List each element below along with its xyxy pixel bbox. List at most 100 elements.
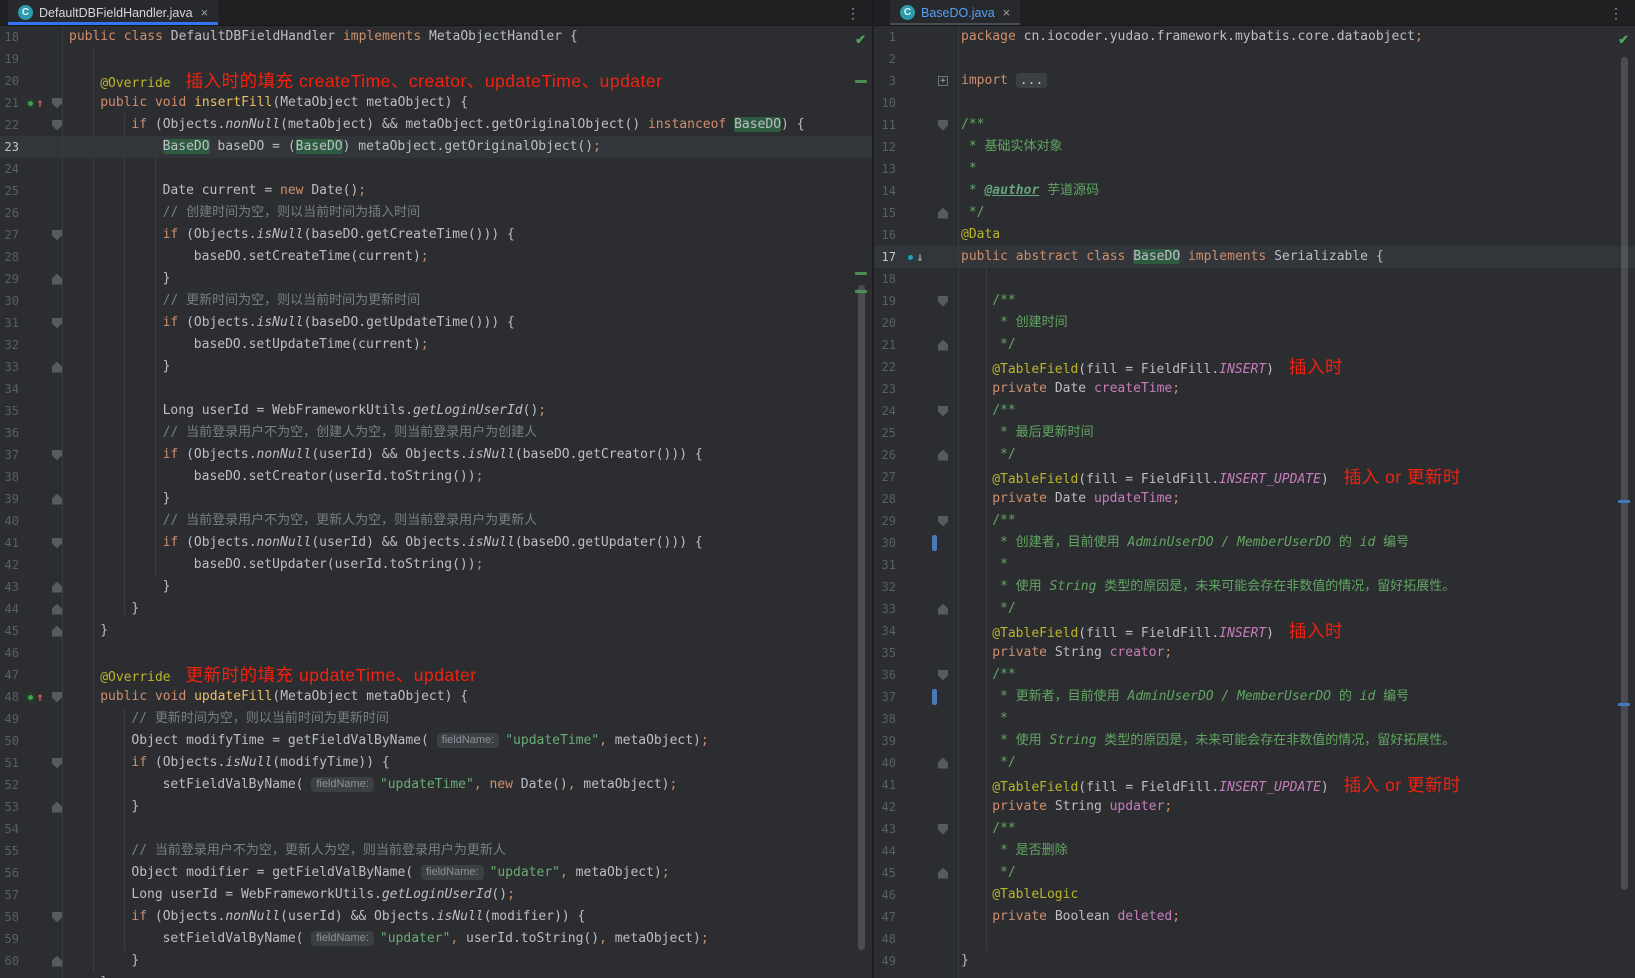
fold-column[interactable] <box>928 510 958 532</box>
code-line[interactable]: 57Long userId = WebFrameworkUtils.getLog… <box>0 884 872 906</box>
line-number[interactable]: 24 <box>0 158 22 180</box>
code-text[interactable]: * 使用 String 类型的原因是，未来可能会存在非数值的情况，留好拓展性。 <box>958 576 1635 598</box>
code-line[interactable]: 15 */ <box>874 202 1635 224</box>
folded-imports-placeholder[interactable]: ... <box>1016 73 1047 88</box>
code-editor-left[interactable]: 18public class DefaultDBFieldHandler imp… <box>0 26 872 978</box>
code-text[interactable]: * <box>958 708 1635 730</box>
code-line[interactable]: 19/** <box>874 290 1635 312</box>
fold-marker-icon[interactable] <box>52 802 62 813</box>
more-options-icon[interactable]: ⋮ <box>842 4 864 22</box>
fold-column[interactable] <box>48 356 66 378</box>
code-line[interactable]: 18public class DefaultDBFieldHandler imp… <box>0 26 872 48</box>
line-number[interactable]: 16 <box>874 224 902 246</box>
code-line[interactable]: 30// 更新时间为空，则以当前时间为更新时间 <box>0 290 872 312</box>
code-line[interactable]: 23private Date createTime; <box>874 378 1635 400</box>
code-line[interactable]: 30 * 创建者，目前使用 AdminUserDO / MemberUserDO… <box>874 532 1635 554</box>
code-line[interactable]: 49} <box>874 950 1635 972</box>
code-line[interactable]: 40 */ <box>874 752 1635 774</box>
line-number[interactable]: 37 <box>0 444 22 466</box>
fold-column[interactable] <box>48 752 66 774</box>
code-text[interactable]: * 创建者，目前使用 AdminUserDO / MemberUserDO 的 … <box>958 532 1635 554</box>
line-number[interactable]: 48 <box>874 928 902 950</box>
line-number[interactable]: 56 <box>0 862 22 884</box>
editor-pane-right[interactable]: C BaseDO.java × ⋮ 1package cn.iocoder.yu… <box>874 0 1635 978</box>
scrollbar-thumb[interactable] <box>858 285 865 950</box>
code-text[interactable] <box>958 268 1635 290</box>
code-text[interactable]: * <box>958 158 1635 180</box>
line-number[interactable]: 26 <box>874 444 902 466</box>
code-text[interactable]: if (Objects.isNull(modifyTime)) { <box>66 752 872 774</box>
fold-marker-icon[interactable] <box>52 450 62 461</box>
line-number[interactable]: 49 <box>874 950 902 972</box>
code-line[interactable]: 61} <box>0 972 872 978</box>
fold-marker-icon[interactable] <box>52 626 62 637</box>
code-text[interactable]: Object modifyTime = getFieldValByName( f… <box>66 730 872 752</box>
code-text[interactable]: if (Objects.nonNull(userId) && Objects.i… <box>66 444 872 466</box>
code-text[interactable]: * 创建时间 <box>958 312 1635 334</box>
code-line[interactable]: 42private String updater; <box>874 796 1635 818</box>
line-number[interactable]: 12 <box>874 136 902 158</box>
fold-column[interactable] <box>48 532 66 554</box>
code-line[interactable]: 2 <box>874 48 1635 70</box>
line-number[interactable]: 22 <box>0 114 22 136</box>
code-line[interactable]: 31 * <box>874 554 1635 576</box>
fold-column[interactable] <box>48 796 66 818</box>
line-number[interactable]: 59 <box>0 928 22 950</box>
code-text[interactable]: import ... <box>958 70 1635 92</box>
fold-marker-icon[interactable] <box>938 604 948 615</box>
line-number[interactable]: 28 <box>0 246 22 268</box>
tab-basedo[interactable]: C BaseDO.java × <box>890 0 1020 25</box>
code-line[interactable]: 32 * 使用 String 类型的原因是，未来可能会存在非数值的情况，留好拓展… <box>874 576 1635 598</box>
editor-pane-left[interactable]: C DefaultDBFieldHandler.java × ⋮ 18publi… <box>0 0 872 978</box>
code-line[interactable]: 35private String creator; <box>874 642 1635 664</box>
line-number[interactable]: 1 <box>874 26 902 48</box>
line-number[interactable]: 43 <box>874 818 902 840</box>
fold-column[interactable] <box>48 598 66 620</box>
fold-column[interactable] <box>928 400 958 422</box>
code-line[interactable]: 26 */ <box>874 444 1635 466</box>
code-text[interactable]: @TableLogic <box>958 884 1635 906</box>
code-text[interactable]: @TableField(fill = FieldFill.INSERT)插入时 <box>958 356 1635 378</box>
inspections-ok-icon[interactable]: ✔ <box>1618 32 1629 48</box>
code-line[interactable]: 48↑public void updateFill(MetaObject met… <box>0 686 872 708</box>
code-text[interactable]: } <box>66 576 872 598</box>
code-text[interactable]: * 更新者，目前使用 AdminUserDO / MemberUserDO 的 … <box>958 686 1635 708</box>
fold-column[interactable] <box>48 268 66 290</box>
code-text[interactable]: */ <box>958 752 1635 774</box>
fold-column[interactable] <box>928 444 958 466</box>
code-line[interactable]: 21 */ <box>874 334 1635 356</box>
code-line[interactable]: 24/** <box>874 400 1635 422</box>
code-text[interactable]: */ <box>958 598 1635 620</box>
expand-fold-icon[interactable]: + <box>938 76 948 86</box>
code-line[interactable]: 17↓public abstract class BaseDO implemen… <box>874 246 1635 268</box>
code-text[interactable]: } <box>66 488 872 510</box>
line-number[interactable]: 20 <box>874 312 902 334</box>
code-text[interactable]: } <box>66 796 872 818</box>
gutter-icon-slot[interactable]: ↑ <box>22 92 48 114</box>
fold-column[interactable] <box>928 598 958 620</box>
code-line[interactable]: 33 */ <box>874 598 1635 620</box>
line-number[interactable]: 51 <box>0 752 22 774</box>
gutter-icon-slot[interactable]: ↓ <box>902 246 928 268</box>
line-number[interactable]: 21 <box>0 92 22 114</box>
code-line[interactable]: 22if (Objects.nonNull(metaObject) && met… <box>0 114 872 136</box>
fold-column[interactable] <box>48 444 66 466</box>
code-text[interactable]: baseDO.setCreator(userId.toString()); <box>66 466 872 488</box>
fold-column[interactable] <box>48 576 66 598</box>
line-number[interactable]: 58 <box>0 906 22 928</box>
line-number[interactable]: 33 <box>874 598 902 620</box>
line-number[interactable]: 28 <box>874 488 902 510</box>
line-number[interactable]: 32 <box>0 334 22 356</box>
line-number[interactable]: 34 <box>0 378 22 400</box>
fold-marker-icon[interactable] <box>938 758 948 769</box>
code-text[interactable]: } <box>66 356 872 378</box>
gutter-icon-slot[interactable]: ↑ <box>22 686 48 708</box>
code-line[interactable]: 34@TableField(fill = FieldFill.INSERT)插入… <box>874 620 1635 642</box>
code-text[interactable]: baseDO.setUpdater(userId.toString()); <box>66 554 872 576</box>
fold-column[interactable] <box>48 488 66 510</box>
code-line[interactable]: 35Long userId = WebFrameworkUtils.getLog… <box>0 400 872 422</box>
line-number[interactable]: 26 <box>0 202 22 224</box>
line-number[interactable]: 46 <box>0 642 22 664</box>
fold-marker-icon[interactable] <box>938 120 948 131</box>
fold-column[interactable] <box>928 664 958 686</box>
